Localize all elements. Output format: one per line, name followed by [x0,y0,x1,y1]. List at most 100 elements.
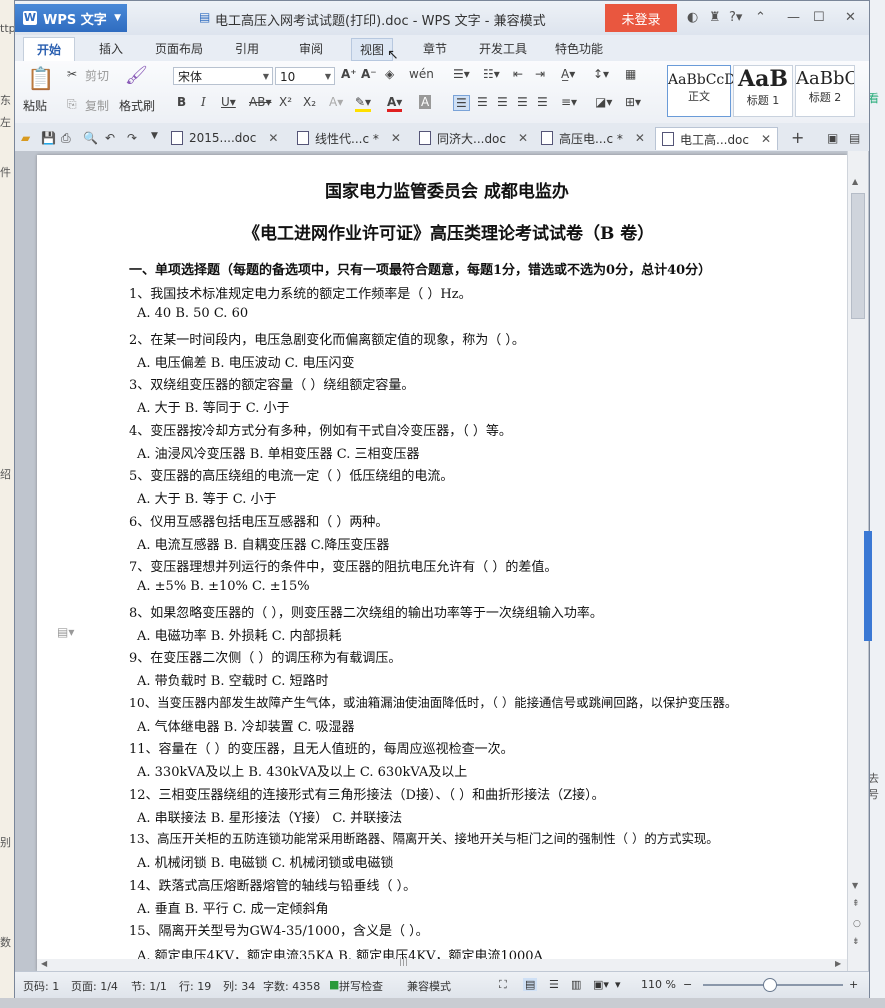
print-icon[interactable]: ⎙ [61,131,71,146]
paste-button[interactable]: 粘贴 [23,97,47,114]
superscript-icon[interactable]: X² [279,95,292,109]
reading-view-icon[interactable]: ▣▾ [593,978,609,991]
sort-icon[interactable]: ↕▾ [593,67,609,81]
scrollbar-thumb[interactable] [851,193,865,319]
doc-tab[interactable]: 2015....doc ✕ [171,127,278,149]
scrollbar-grip[interactable]: ||| [399,957,408,967]
document-page[interactable]: 国家电力监管委员会 成都电监办 《电工进网作业许可证》高压类理论考试试卷（B 卷… [37,155,847,971]
zoom-out-icon[interactable]: − [683,978,692,991]
status-spell-check[interactable]: 拼写检查 [339,978,383,994]
grow-font-icon[interactable]: A⁺ [341,67,357,81]
cut-button[interactable]: 剪切 [85,67,109,84]
scroll-right-icon[interactable]: ▶ [835,959,841,968]
format-painter-button[interactable]: 格式刷 [119,97,155,114]
style-heading-2[interactable]: AaBbC 标题 2 [795,65,855,117]
underline-icon[interactable]: U▾ [221,95,236,109]
tab-list-icon[interactable]: ▣ [827,131,838,145]
tab-references[interactable]: 引用 [235,40,259,57]
maximize-icon[interactable]: ☐ [813,10,825,25]
shading-icon[interactable]: ◪▾ [595,95,612,109]
zoom-slider[interactable] [703,978,843,992]
doc-tab-active[interactable]: 电工高...doc ✕ [655,127,779,150]
table-icon[interactable]: ▦ [625,67,636,81]
tab-options-icon[interactable]: ▤ [849,131,860,145]
status-page[interactable]: 页码: 1 [23,978,59,994]
save-icon[interactable]: 💾 [41,131,56,145]
text-effect-icon[interactable]: A▾ [329,95,343,109]
horizontal-scrollbar[interactable]: ◀ ||| ▶ [37,957,847,971]
close-tab-icon[interactable]: ✕ [761,132,771,146]
scroll-up-icon[interactable]: ▲ [852,177,858,186]
close-tab-icon[interactable]: ✕ [268,131,278,145]
subscript-icon[interactable]: X₂ [303,95,316,109]
copy-icon[interactable]: ⎘ [67,97,77,112]
doc-tab[interactable]: 同济大...doc ✕ [419,127,528,149]
style-normal[interactable]: AaBbCcD 正文 [667,65,735,117]
border-icon[interactable]: ⊞▾ [625,95,641,109]
shrink-font-icon[interactable]: A⁻ [361,67,377,81]
close-tab-icon[interactable]: ✕ [635,131,645,145]
paragraph-marker-icon[interactable]: ▤▾ [57,625,74,639]
redo-icon[interactable]: ↷ [127,131,137,145]
tab-chapter[interactable]: 章节 [423,40,447,57]
app-menu-button[interactable]: W WPS 文字 ▼ [15,4,127,32]
highlight-icon[interactable]: ✎▾ [355,95,372,112]
tab-insert[interactable]: 插入 [99,40,123,57]
select-browse-icon[interactable]: ○ [853,919,861,929]
login-button[interactable]: 未登录 [605,4,677,32]
status-zoom[interactable]: 110 % [641,978,676,991]
tab-review[interactable]: 审阅 [299,40,323,57]
doc-tab[interactable]: 线性代...c * ✕ [297,127,401,149]
decrease-indent-icon[interactable]: ⇤ [513,67,523,81]
format-painter-icon[interactable]: 🖌 [125,65,148,86]
side-panel-toggle[interactable] [864,531,872,641]
quick-access-dropdown-icon[interactable]: ▼ [151,131,158,141]
tab-developer[interactable]: 开发工具 [479,40,527,57]
char-shading-icon[interactable]: A [419,95,432,109]
status-pages[interactable]: 页面: 1/4 [71,978,118,994]
close-tab-icon[interactable]: ✕ [518,131,528,145]
shirt-icon[interactable]: ♜ [709,10,721,25]
font-size-select[interactable]: 10 ▼ [275,67,335,85]
align-center-icon[interactable]: ☰ [477,95,488,109]
open-folder-icon[interactable]: ▰ [21,131,30,145]
page-view-icon[interactable]: ▤ [523,978,538,991]
scroll-left-icon[interactable]: ◀ [41,959,47,968]
minimize-icon[interactable]: — [787,10,800,25]
print-preview-icon[interactable]: 🔍 [83,131,98,145]
outline-view-icon[interactable]: ☰ [549,978,559,991]
skin-icon[interactable]: ◐ [687,10,698,25]
phonetic-icon[interactable]: wén [409,67,434,81]
paste-icon[interactable]: 📋 [27,67,54,92]
increase-indent-icon[interactable]: ⇥ [535,67,545,81]
style-heading-1[interactable]: AaB 标题 1 [733,65,793,117]
bold-icon[interactable]: B [177,95,186,109]
undo-icon[interactable]: ↶ [105,131,115,145]
numbered-list-icon[interactable]: ☷▾ [483,67,500,81]
tab-page-layout[interactable]: 页面布局 [155,40,203,57]
font-name-select[interactable]: 宋体 ▼ [173,67,273,85]
zoom-in-icon[interactable]: + [849,978,858,991]
status-words[interactable]: 字数: 4358 [263,978,320,994]
status-row[interactable]: 行: 19 [179,978,211,994]
close-icon[interactable]: ✕ [845,10,856,25]
copy-button[interactable]: 复制 [85,97,109,114]
scroll-down-icon[interactable]: ▼ [852,881,858,890]
status-col[interactable]: 列: 34 [223,978,255,994]
web-view-icon[interactable]: ▥ [571,978,581,991]
align-right-icon[interactable]: ☰ [497,95,508,109]
clear-format-icon[interactable]: ◈ [385,67,394,81]
status-section[interactable]: 节: 1/1 [131,978,167,994]
tab-home[interactable]: 开始 [23,37,75,61]
close-tab-icon[interactable]: ✕ [391,131,401,145]
next-page-icon[interactable]: ⇟ [852,937,860,947]
tab-special-features[interactable]: 特色功能 [555,40,603,57]
chinese-layout-icon[interactable]: A̲▾ [561,67,575,81]
align-left-icon[interactable]: ☰ [453,95,470,111]
scissors-icon[interactable]: ✂ [67,67,77,81]
font-color-icon[interactable]: A▾ [387,95,403,112]
bullet-list-icon[interactable]: ☰▾ [453,67,470,81]
collapse-ribbon-icon[interactable]: ⌃ [755,10,766,25]
justify-icon[interactable]: ☰ [517,95,528,109]
italic-icon[interactable]: I [201,95,206,109]
